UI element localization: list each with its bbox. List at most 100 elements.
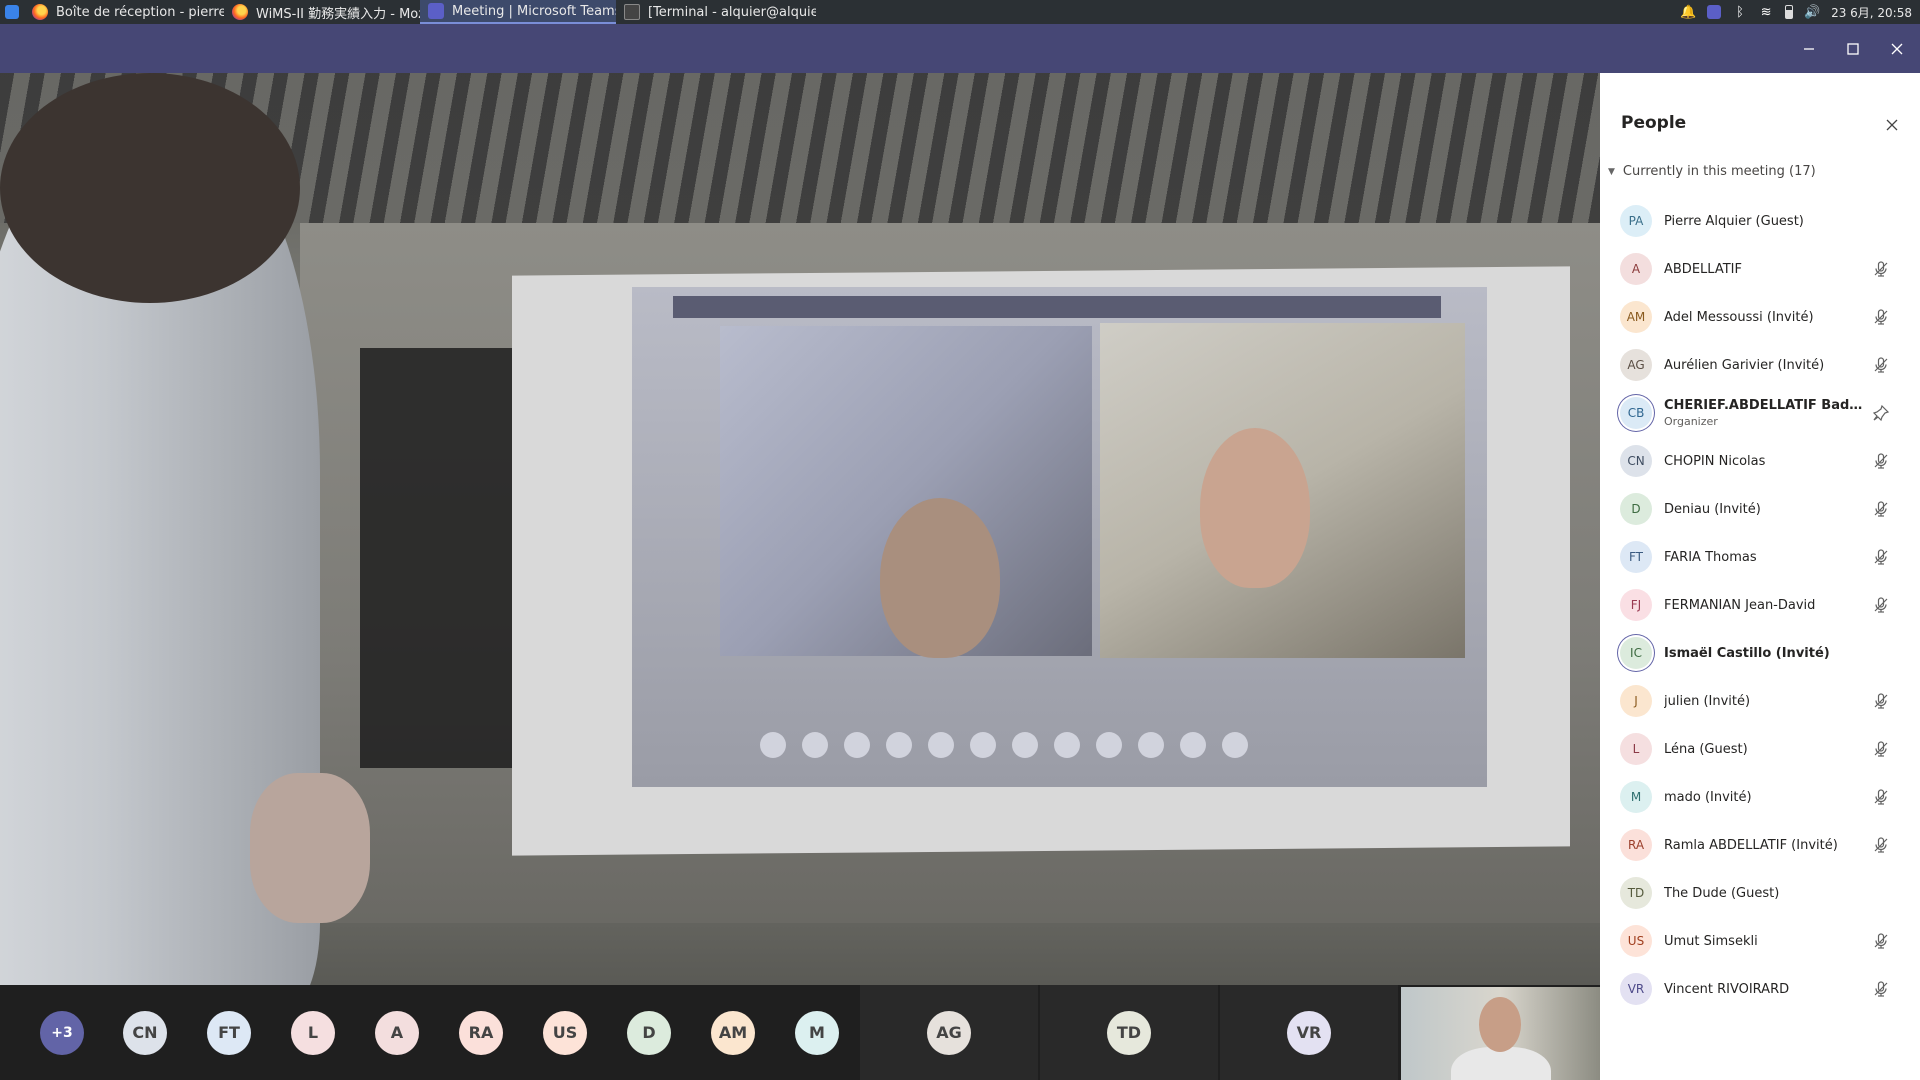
mic-muted-icon [1872,260,1890,278]
participant-row[interactable]: VR Vincent RIVOIRARD [1600,965,1920,1013]
participant-row[interactable]: TD The Dude (Guest) [1600,869,1920,917]
main-video-feed[interactable] [0,73,1600,985]
participant-name: Vincent RIVOIRARD [1664,981,1790,997]
overflow-count: +3 [40,1010,84,1055]
taskbar-item-wims[interactable]: WiMS-II 勤務実績入力 - Mozi... [224,0,420,24]
in-meeting-section-header[interactable]: ▼ Currently in this meeting (17) [1608,164,1816,179]
minimize-button[interactable] [1787,24,1831,73]
mic-muted-icon [1872,596,1890,614]
minimize-icon [1804,47,1814,50]
avatar: A [375,1010,419,1055]
close-window-button[interactable] [1875,24,1919,73]
participant-info: CHOPIN Nicolas [1664,454,1864,469]
participant-tile[interactable]: TD [1040,985,1218,1080]
projected-call-controls [760,728,1440,762]
mic-muted-icon [1872,548,1890,566]
avatar: J [1620,685,1652,717]
participant-name: Adel Messoussi (Invité) [1664,309,1814,325]
strip-participant[interactable]: US [543,985,587,1080]
os-taskbar: Boîte de réception - pierre.a... WiMS-II… [0,0,1920,24]
avatar: AM [1620,301,1652,333]
participant-info: Umut Simsekli [1664,934,1864,949]
strip-participant[interactable]: CN [123,985,167,1080]
projected-person-left [880,498,1000,658]
participant-role: Organizer [1664,415,1718,428]
participant-row[interactable]: FJ FERMANIAN Jean-David [1600,581,1920,629]
participant-row[interactable]: Mmado (Invité) [1600,773,1920,821]
avatar: TD [1620,877,1652,909]
bluetooth-icon[interactable]: ᛒ [1733,5,1747,20]
teams-tray-icon[interactable] [1707,5,1722,19]
section-label: Currently in this meeting (17) [1622,164,1816,179]
avatar: CN [1620,445,1652,477]
strip-participant[interactable]: A [375,985,419,1080]
avatar: L [1620,733,1652,765]
participant-row[interactable]: RA Ramla ABDELLATIF (Invité) [1600,821,1920,869]
mic-muted-icon [1872,932,1890,950]
participant-row[interactable]: PA Pierre Alquier (Guest) [1600,197,1920,245]
strip-participant[interactable]: FT [207,985,251,1080]
participant-row[interactable]: IC Ismaël Castillo (Invité) [1600,629,1920,677]
taskbar-item-terminal[interactable]: [Terminal - alquier@alquier-... [616,0,816,24]
people-panel-title: People [1621,113,1687,133]
avatar: M [795,1010,839,1055]
video-dark-panel [360,348,520,768]
strip-participant[interactable]: L [291,985,335,1080]
clock[interactable]: 23 6月, 20:58 [1831,4,1912,21]
avatar: M [1620,781,1652,813]
avatar: VR [1287,1010,1331,1055]
presenter-head [0,73,300,303]
avatar: FT [207,1010,251,1055]
avatar: RA [1620,829,1652,861]
participant-list: PA Pierre Alquier (Guest) A ABDELLATIF AM Ade… [1600,197,1920,1013]
participant-row[interactable]: A ABDELLATIF [1600,245,1920,293]
mic-muted-icon [1872,836,1890,854]
participant-row[interactable]: CN CHOPIN Nicolas [1600,437,1920,485]
participant-name: The Dude (Guest) [1664,885,1780,901]
avatar: AG [927,1010,971,1055]
participant-tile[interactable]: AG [860,985,1038,1080]
wifi-icon[interactable]: ≋ [1759,5,1773,20]
participant-row[interactable]: AG Aurélien Garivier (Invité) [1600,341,1920,389]
strip-participant[interactable]: D [627,985,671,1080]
taskbar-item-teams[interactable]: Meeting | Microsoft Teams [420,0,616,24]
overflow-participants-button[interactable]: +3 [40,985,84,1080]
notification-bell-icon[interactable]: 🔔 [1680,5,1696,20]
avatar: US [1620,925,1652,957]
strip-participant[interactable]: RA [459,985,503,1080]
strip-participant[interactable]: M [795,985,839,1080]
close-people-panel-button[interactable] [1878,111,1906,139]
app-launcher-icon[interactable] [0,0,24,24]
battery-icon[interactable] [1785,5,1794,19]
participant-row[interactable]: AM Adel Messoussi (Invité) [1600,293,1920,341]
strip-participant[interactable]: AM [711,985,755,1080]
participant-info: CHERIEF.ABDELLATIF Badr... Organizer [1664,398,1864,428]
taskbar-item-mail[interactable]: Boîte de réception - pierre.a... [24,0,224,24]
volume-icon[interactable]: 🔊 [1804,5,1820,20]
participant-tile[interactable]: VR [1220,985,1398,1080]
mic-muted-icon [1872,356,1890,374]
avatar: CB [1620,397,1652,429]
participant-strip: +3 CN FT L A RA US D AM M AG TD VR [0,985,1600,1080]
participant-row[interactable]: L Léna (Guest) [1600,725,1920,773]
avatar: FJ [1620,589,1652,621]
teams-icon [428,3,444,19]
participant-info: Ramla ABDELLATIF (Invité) [1664,838,1864,853]
presenter-hand [250,773,370,923]
participant-row[interactable]: D Deniau (Invité) [1600,485,1920,533]
participant-info: FERMANIAN Jean-David [1664,598,1864,613]
people-panel: People ▼ Currently in this meeting (17) … [1600,73,1920,1080]
maximize-button[interactable] [1831,24,1875,73]
participant-name: Deniau (Invité) [1664,501,1761,517]
participant-row[interactable]: Jjulien (Invité) [1600,677,1920,725]
participant-row[interactable]: CB CHERIEF.ABDELLATIF Badr... Organizer [1600,389,1920,437]
taskbar-item-label: Meeting | Microsoft Teams [452,3,616,19]
participant-row[interactable]: US Umut Simsekli [1600,917,1920,965]
mic-muted-icon [1872,740,1890,758]
participant-info: The Dude (Guest) [1664,886,1864,901]
pin-icon[interactable] [1872,404,1890,422]
participant-name: Umut Simsekli [1664,933,1758,949]
self-video-preview[interactable] [1401,987,1600,1080]
participant-row[interactable]: FT FARIA Thomas [1600,533,1920,581]
participant-info: Aurélien Garivier (Invité) [1664,358,1864,373]
